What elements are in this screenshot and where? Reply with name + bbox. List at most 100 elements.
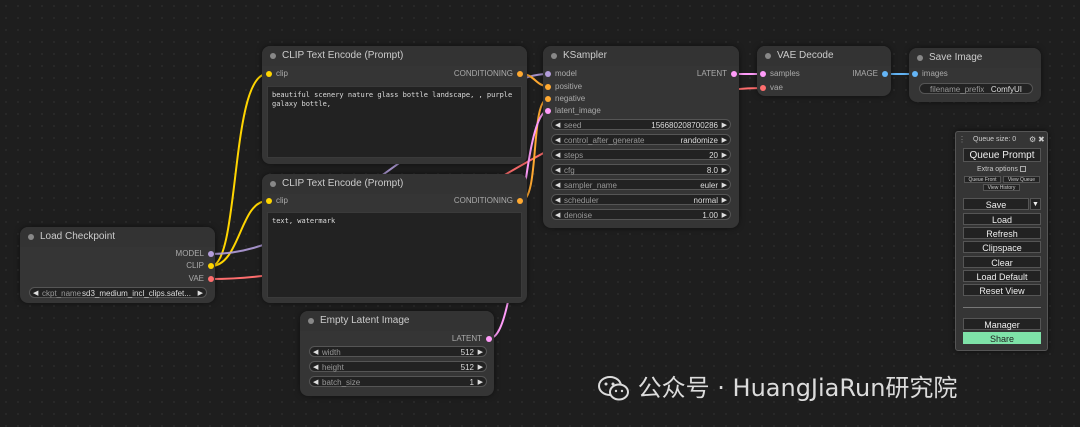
increment-arrow-icon[interactable]: ▶ xyxy=(722,180,727,191)
node-title[interactable]: CLIP Text Encode (Prompt) xyxy=(262,46,527,66)
widget-width[interactable]: ◀ width 512 ▶ xyxy=(309,346,487,357)
input-negative[interactable]: negative xyxy=(545,93,585,105)
input-pin-icon[interactable] xyxy=(545,84,551,90)
increment-arrow-icon[interactable]: ▶ xyxy=(198,288,203,299)
output-model[interactable]: MODEL xyxy=(176,248,214,260)
load-default-button[interactable]: Load Default xyxy=(963,270,1041,282)
extra-options-checkbox[interactable] xyxy=(1020,166,1026,172)
output-image[interactable]: IMAGE xyxy=(852,68,888,80)
increment-arrow-icon[interactable]: ▶ xyxy=(478,362,483,373)
increment-arrow-icon[interactable]: ▶ xyxy=(478,347,483,358)
node-title[interactable]: Save Image xyxy=(909,48,1041,68)
node-title[interactable]: VAE Decode xyxy=(757,46,891,66)
output-pin-icon[interactable] xyxy=(208,251,214,257)
save-dropdown-chevron-icon[interactable]: ▼ xyxy=(1030,198,1041,210)
node-clip-text-encode-negative[interactable]: CLIP Text Encode (Prompt) clip CONDITION… xyxy=(262,174,527,303)
widget-batch-size[interactable]: ◀ batch_size 1 ▶ xyxy=(309,376,487,387)
decrement-arrow-icon[interactable]: ◀ xyxy=(313,377,318,388)
input-clip[interactable]: clip xyxy=(266,68,288,80)
increment-arrow-icon[interactable]: ▶ xyxy=(722,195,727,206)
output-clip[interactable]: CLIP xyxy=(186,260,214,272)
output-conditioning[interactable]: CONDITIONING xyxy=(454,195,523,207)
view-queue-button[interactable]: View Queue xyxy=(1003,176,1040,183)
prompt-textarea[interactable]: beautiful scenery nature glass bottle la… xyxy=(267,86,522,158)
node-title[interactable]: Load Checkpoint xyxy=(20,227,215,247)
widget-control-after-generate[interactable]: ◀ control_after_generate randomize ▶ xyxy=(551,134,731,145)
clipspace-button[interactable]: Clipspace xyxy=(963,241,1041,253)
decrement-arrow-icon[interactable]: ◀ xyxy=(313,362,318,373)
decrement-arrow-icon[interactable]: ◀ xyxy=(555,195,560,206)
queue-front-button[interactable]: Queue Front xyxy=(964,176,1001,183)
widget-seed[interactable]: ◀ seed 156680208700286 ▶ xyxy=(551,119,731,130)
output-pin-icon[interactable] xyxy=(208,276,214,282)
refresh-button[interactable]: Refresh xyxy=(963,227,1041,239)
output-latent[interactable]: LATENT xyxy=(452,333,492,345)
widget-filename-prefix[interactable]: filename_prefix ComfyUI xyxy=(919,83,1033,94)
decrement-arrow-icon[interactable]: ◀ xyxy=(555,135,560,146)
settings-gear-icon[interactable]: ⚙ xyxy=(1029,135,1036,144)
increment-arrow-icon[interactable]: ▶ xyxy=(722,135,727,146)
input-clip[interactable]: clip xyxy=(266,195,288,207)
input-pin-icon[interactable] xyxy=(545,96,551,102)
increment-arrow-icon[interactable]: ▶ xyxy=(722,165,727,176)
widget-steps[interactable]: ◀ steps 20 ▶ xyxy=(551,149,731,160)
collapse-dot-icon[interactable] xyxy=(270,53,276,59)
decrement-arrow-icon[interactable]: ◀ xyxy=(555,120,560,131)
queue-prompt-button[interactable]: Queue Prompt xyxy=(963,148,1041,162)
widget-ckpt-name[interactable]: ◀ ckpt_name sd3_medium_incl_clips.safet...… xyxy=(29,287,207,298)
increment-arrow-icon[interactable]: ▶ xyxy=(722,150,727,161)
output-conditioning[interactable]: CONDITIONING xyxy=(454,68,523,80)
prompt-textarea[interactable]: text, watermark xyxy=(267,212,522,298)
increment-arrow-icon[interactable]: ▶ xyxy=(722,210,727,221)
decrement-arrow-icon[interactable]: ◀ xyxy=(555,165,560,176)
view-history-button[interactable]: View History xyxy=(983,184,1020,191)
clear-button[interactable]: Clear xyxy=(963,256,1041,268)
node-load-checkpoint[interactable]: Load Checkpoint MODEL CLIP VAE ◀ ckpt_nam… xyxy=(20,227,215,303)
decrement-arrow-icon[interactable]: ◀ xyxy=(33,288,38,299)
input-model[interactable]: model xyxy=(545,68,577,80)
output-pin-icon[interactable] xyxy=(731,71,737,77)
close-icon[interactable]: ✖ xyxy=(1038,135,1045,144)
decrement-arrow-icon[interactable]: ◀ xyxy=(555,150,560,161)
input-images[interactable]: images xyxy=(912,68,948,80)
decrement-arrow-icon[interactable]: ◀ xyxy=(313,347,318,358)
collapse-dot-icon[interactable] xyxy=(917,55,923,61)
node-title[interactable]: Empty Latent Image xyxy=(300,311,494,331)
input-latent-image[interactable]: latent_image xyxy=(545,105,601,117)
collapse-dot-icon[interactable] xyxy=(28,234,34,240)
share-button[interactable]: Share xyxy=(963,332,1041,344)
collapse-dot-icon[interactable] xyxy=(270,181,276,187)
widget-sampler-name[interactable]: ◀ sampler_name euler ▶ xyxy=(551,179,731,190)
output-vae[interactable]: VAE xyxy=(189,273,214,285)
collapse-dot-icon[interactable] xyxy=(308,318,314,324)
output-pin-icon[interactable] xyxy=(208,263,214,269)
node-title[interactable]: CLIP Text Encode (Prompt) xyxy=(262,174,527,194)
input-pin-icon[interactable] xyxy=(912,71,918,77)
node-title[interactable]: KSampler xyxy=(543,46,739,66)
input-pin-icon[interactable] xyxy=(545,71,551,77)
widget-scheduler[interactable]: ◀ scheduler normal ▶ xyxy=(551,194,731,205)
manager-button[interactable]: Manager xyxy=(963,318,1041,330)
load-button[interactable]: Load xyxy=(963,213,1041,225)
increment-arrow-icon[interactable]: ▶ xyxy=(722,120,727,131)
widget-denoise[interactable]: ◀ denoise 1.00 ▶ xyxy=(551,209,731,220)
collapse-dot-icon[interactable] xyxy=(765,53,771,59)
output-pin-icon[interactable] xyxy=(486,336,492,342)
reset-view-button[interactable]: Reset View xyxy=(963,284,1041,296)
node-vae-decode[interactable]: VAE Decode samples vae IMAGE xyxy=(757,46,891,96)
input-vae[interactable]: vae xyxy=(760,82,783,94)
input-pin-icon[interactable] xyxy=(266,71,272,77)
input-pin-icon[interactable] xyxy=(760,71,766,77)
input-pin-icon[interactable] xyxy=(266,198,272,204)
node-ksampler[interactable]: KSampler model positive negative latent_… xyxy=(543,46,739,228)
output-pin-icon[interactable] xyxy=(517,71,523,77)
drag-handle-icon[interactable]: ⋮ xyxy=(958,135,966,144)
widget-height[interactable]: ◀ height 512 ▶ xyxy=(309,361,487,372)
decrement-arrow-icon[interactable]: ◀ xyxy=(555,210,560,221)
increment-arrow-icon[interactable]: ▶ xyxy=(478,377,483,388)
input-samples[interactable]: samples xyxy=(760,68,800,80)
output-pin-icon[interactable] xyxy=(882,71,888,77)
input-pin-icon[interactable] xyxy=(760,85,766,91)
node-empty-latent-image[interactable]: Empty Latent Image LATENT ◀ width 512 ▶ ◀ he… xyxy=(300,311,494,396)
node-save-image[interactable]: Save Image images filename_prefix ComfyUI xyxy=(909,48,1041,102)
